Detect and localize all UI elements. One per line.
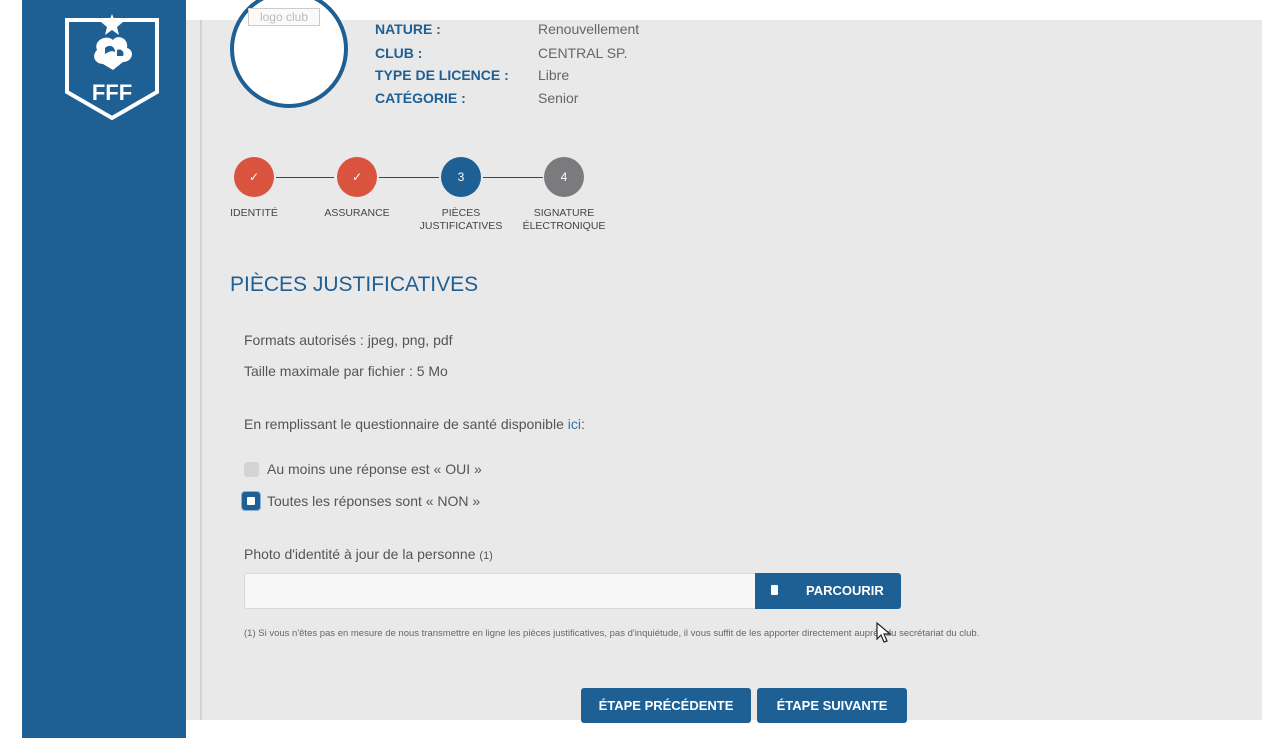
questionnaire-prefix: En remplissant le questionnaire de santé… <box>244 416 568 432</box>
option-oui-label[interactable]: Au moins une réponse est « OUI » <box>267 461 482 477</box>
step-label-line: Pièces <box>441 207 481 219</box>
step-label-line: électronique <box>522 220 606 232</box>
footnote: (1) Si vous n'êtes pas en mesure de nous… <box>244 628 980 639</box>
step-label-line: Signature <box>533 207 595 219</box>
step-label-identite: Identité <box>226 207 282 220</box>
mouse-cursor-icon <box>876 622 892 643</box>
step-identite[interactable]: ✓ <box>234 157 274 197</box>
section-title: PIÈCES JUSTIFICATIVES <box>230 273 479 296</box>
option-non-checkbox[interactable] <box>242 492 260 510</box>
step-label-line: Identité <box>230 207 278 219</box>
info-label: CATÉGORIE : <box>375 90 466 106</box>
step-label-line: justificatives <box>419 220 503 232</box>
info-value: Libre <box>538 67 570 83</box>
step-connector <box>483 177 543 178</box>
browse-label: PARCOURIR <box>806 583 884 598</box>
option-non-label[interactable]: Toutes les réponses sont « NON » <box>267 493 480 509</box>
step-label-pieces: Pièces justificatives <box>416 207 506 233</box>
step-assurance[interactable]: ✓ <box>337 157 377 197</box>
formats-text: Formats autorisés : jpeg, png, pdf <box>244 332 453 348</box>
questionnaire-suffix: : <box>581 416 585 432</box>
photo-label-text: Photo d'identité à jour de la personne <box>244 546 476 562</box>
content-divider <box>200 20 202 720</box>
photo-note-ref: (1) <box>479 550 493 562</box>
step-label-assurance: Assurance <box>320 207 394 220</box>
step-number: 4 <box>560 170 568 184</box>
check-icon: ✓ <box>248 170 260 184</box>
info-label: CLUB : <box>375 45 423 61</box>
info-value: Senior <box>538 90 579 106</box>
questionnaire-link[interactable]: ici <box>568 416 581 432</box>
step-label-signature: Signature électronique <box>518 207 610 233</box>
questionnaire-text: En remplissant le questionnaire de santé… <box>244 416 585 432</box>
step-connector <box>379 177 439 178</box>
photo-file-input[interactable] <box>244 573 756 609</box>
step-connector <box>276 177 334 178</box>
browse-button[interactable]: PARCOURIR <box>755 573 901 609</box>
step-label-line: Assurance <box>324 207 390 219</box>
step-signature[interactable]: 4 <box>544 157 584 197</box>
photo-label: Photo d'identité à jour de la personne (… <box>244 546 493 562</box>
previous-step-button[interactable]: ÉTAPE PRÉCÉDENTE <box>581 688 751 723</box>
fff-logo-text: FFF <box>92 80 132 105</box>
info-label: NATURE : <box>375 21 441 37</box>
club-logo-placeholder: logo club <box>248 8 320 26</box>
check-icon: ✓ <box>351 170 363 184</box>
step-pieces[interactable]: 3 <box>441 157 481 197</box>
file-icon <box>771 585 778 595</box>
next-step-button[interactable]: ÉTAPE SUIVANTE <box>757 688 907 723</box>
sidebar: FFF <box>22 0 186 738</box>
info-label: TYPE DE LICENCE : <box>375 67 509 83</box>
step-number: 3 <box>457 170 465 184</box>
fff-logo-icon[interactable]: FFF <box>57 10 167 122</box>
info-value: Renouvellement <box>538 21 640 37</box>
option-oui-checkbox[interactable] <box>244 462 259 477</box>
info-value: CENTRAL SP. <box>538 45 628 61</box>
max-size-text: Taille maximale par fichier : 5 Mo <box>244 363 448 379</box>
